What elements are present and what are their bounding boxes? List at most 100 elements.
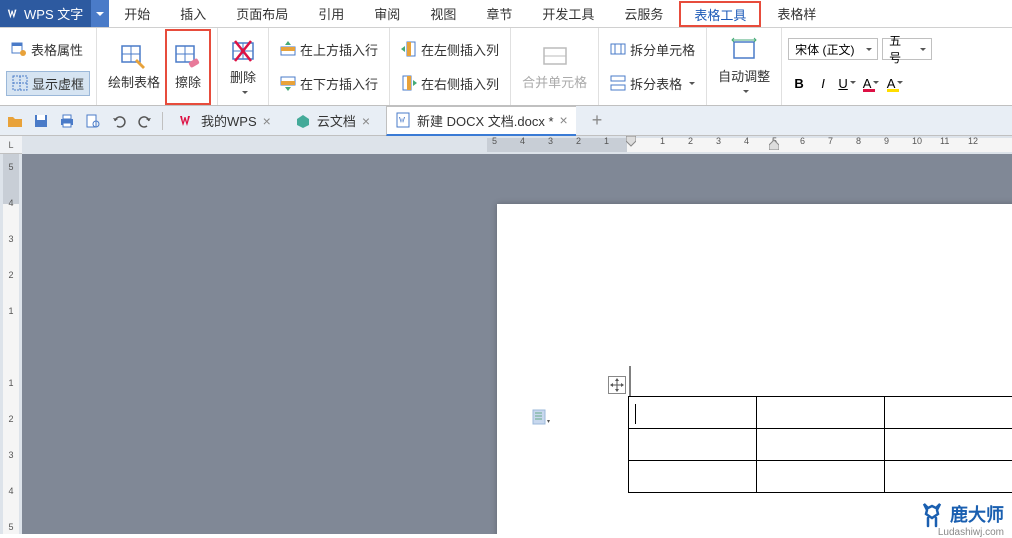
insert-below-label: 在下方插入行 [300,74,378,93]
ribbon-group-format: 宋体 (正文) 五号 B I U A A [782,28,938,105]
highlight-button[interactable]: A [884,72,906,94]
ribbon-group-split: 拆分单元格 拆分表格 [599,28,707,105]
save-button[interactable] [32,112,50,130]
draw-table-button[interactable]: 绘制表格 [103,33,165,101]
table-move-handle[interactable] [608,376,626,394]
table-row[interactable] [629,397,1012,429]
table-properties-button[interactable]: 表格属性 [6,38,88,61]
insert-left-icon [401,41,417,57]
indent-marker-right[interactable] [769,136,779,150]
insert-above-label: 在上方插入行 [300,40,378,59]
insert-left-label: 在左侧插入列 [421,40,499,59]
workspace: L 5 4 3 2 1 1 2 3 4 5 5 4 3 2 1 1 2 3 4 … [0,136,1012,534]
app-name: WPS 文字 [24,4,83,23]
split-cells-label: 拆分单元格 [630,40,695,59]
doctab-cloud[interactable]: 云文档 × [287,106,378,136]
doctab-mywps[interactable]: 我的WPS × [171,106,279,136]
split-table-button[interactable]: 拆分表格 [605,72,700,95]
bold-button[interactable]: B [788,72,810,94]
wps-icon [6,7,20,21]
close-icon[interactable]: × [560,112,568,128]
table-properties-icon [11,41,27,57]
menu-tab-layout[interactable]: 页面布局 [221,0,303,27]
document-table[interactable] [628,396,1012,493]
table-cell[interactable] [629,397,757,429]
table-cell[interactable] [756,397,884,429]
font-size-select[interactable]: 五号 [882,38,932,60]
delete-button[interactable]: 删除 [224,33,262,101]
canvas-area[interactable]: 5 4 3 2 1 1 2 3 4 5 6 7 8 9 10 11 12 [22,136,1012,534]
italic-button[interactable]: I [812,72,834,94]
merge-cells-icon [541,42,569,70]
ribbon-group-draw: 绘制表格 擦除 [97,28,218,105]
title-bar: WPS 文字 开始 插入 页面布局 引用 审阅 视图 章节 开发工具 云服务 表… [0,0,1012,28]
watermark: 鹿大师 Ludashiwj.com [918,500,1004,528]
underline-button[interactable]: U [836,72,858,94]
menu-tab-insert[interactable]: 插入 [165,0,221,27]
vertical-ruler: L 5 4 3 2 1 1 2 3 4 5 [0,136,22,534]
app-dropdown[interactable] [91,0,109,27]
doctab-add[interactable]: + [584,106,611,136]
menu-tab-table-style[interactable]: 表格样 [762,0,822,27]
deer-icon [918,500,946,528]
show-frame-icon [12,75,28,91]
menu-tab-devtools[interactable]: 开发工具 [527,0,609,27]
split-cells-button[interactable]: 拆分单元格 [605,38,700,61]
ribbon-group-autofit: 自动调整 [707,28,782,105]
erase-label: 擦除 [175,72,201,91]
delete-label: 删除 [230,67,256,86]
app-badge[interactable]: WPS 文字 [0,0,91,27]
table-cell[interactable] [629,461,757,493]
insert-right-button[interactable]: 在右侧插入列 [396,72,504,95]
menu-tab-review[interactable]: 审阅 [359,0,415,27]
table-cell[interactable] [756,429,884,461]
ribbon-group-insert-col: 在左侧插入列 在右侧插入列 [390,28,511,105]
open-button[interactable] [6,112,24,130]
table-cell[interactable] [884,429,1012,461]
insert-left-button[interactable]: 在左侧插入列 [396,38,504,61]
font-name-select[interactable]: 宋体 (正文) [788,38,878,60]
autofit-label: 自动调整 [718,66,770,85]
draw-table-label: 绘制表格 [108,72,160,91]
ribbon-group-properties: 表格属性 显示虚框 [0,28,97,105]
table-row[interactable] [629,429,1012,461]
horizontal-ruler: 5 4 3 2 1 1 2 3 4 5 6 7 8 9 10 11 12 [22,136,1012,154]
close-icon[interactable]: × [263,113,271,129]
menu-tab-table-tools[interactable]: 表格工具 [679,1,761,27]
redo-button[interactable] [136,112,154,130]
autofit-button[interactable]: 自动调整 [713,32,775,100]
cloud-icon [295,113,311,129]
menu-tab-cloud[interactable]: 云服务 [609,0,678,27]
table-cell[interactable] [884,461,1012,493]
doctab-active[interactable]: 新建 DOCX 文档.docx * × [386,106,576,136]
table-cell[interactable] [884,397,1012,429]
insert-below-icon [280,75,296,91]
menu-tab-home[interactable]: 开始 [109,0,165,27]
insert-right-label: 在右侧插入列 [421,74,499,93]
table-cell[interactable] [629,429,757,461]
table-cell[interactable] [756,461,884,493]
show-frame-button[interactable]: 显示虚框 [6,71,90,96]
print-button[interactable] [58,112,76,130]
menu-tab-view[interactable]: 视图 [415,0,471,27]
table-row[interactable] [629,461,1012,493]
ruler-corner: L [0,136,22,154]
close-icon[interactable]: × [362,113,370,129]
menu-tab-chapter[interactable]: 章节 [471,0,527,27]
draw-table-icon [120,42,148,70]
paragraph-options-button[interactable] [532,408,552,428]
indent-marker-left[interactable] [626,136,636,150]
delete-icon [229,37,257,65]
ribbon-group-delete: 删除 [218,28,269,105]
split-table-icon [610,75,626,91]
insert-below-button[interactable]: 在下方插入行 [275,72,383,95]
erase-button[interactable]: 擦除 [169,33,207,101]
split-table-label: 拆分表格 [630,74,682,93]
menu-tab-references[interactable]: 引用 [303,0,359,27]
print-preview-button[interactable] [84,112,102,130]
font-color-button[interactable]: A [860,72,882,94]
insert-above-button[interactable]: 在上方插入行 [275,38,383,61]
undo-button[interactable] [110,112,128,130]
ribbon-group-merge: 合并单元格 [511,28,599,105]
show-frame-label: 显示虚框 [32,74,84,93]
